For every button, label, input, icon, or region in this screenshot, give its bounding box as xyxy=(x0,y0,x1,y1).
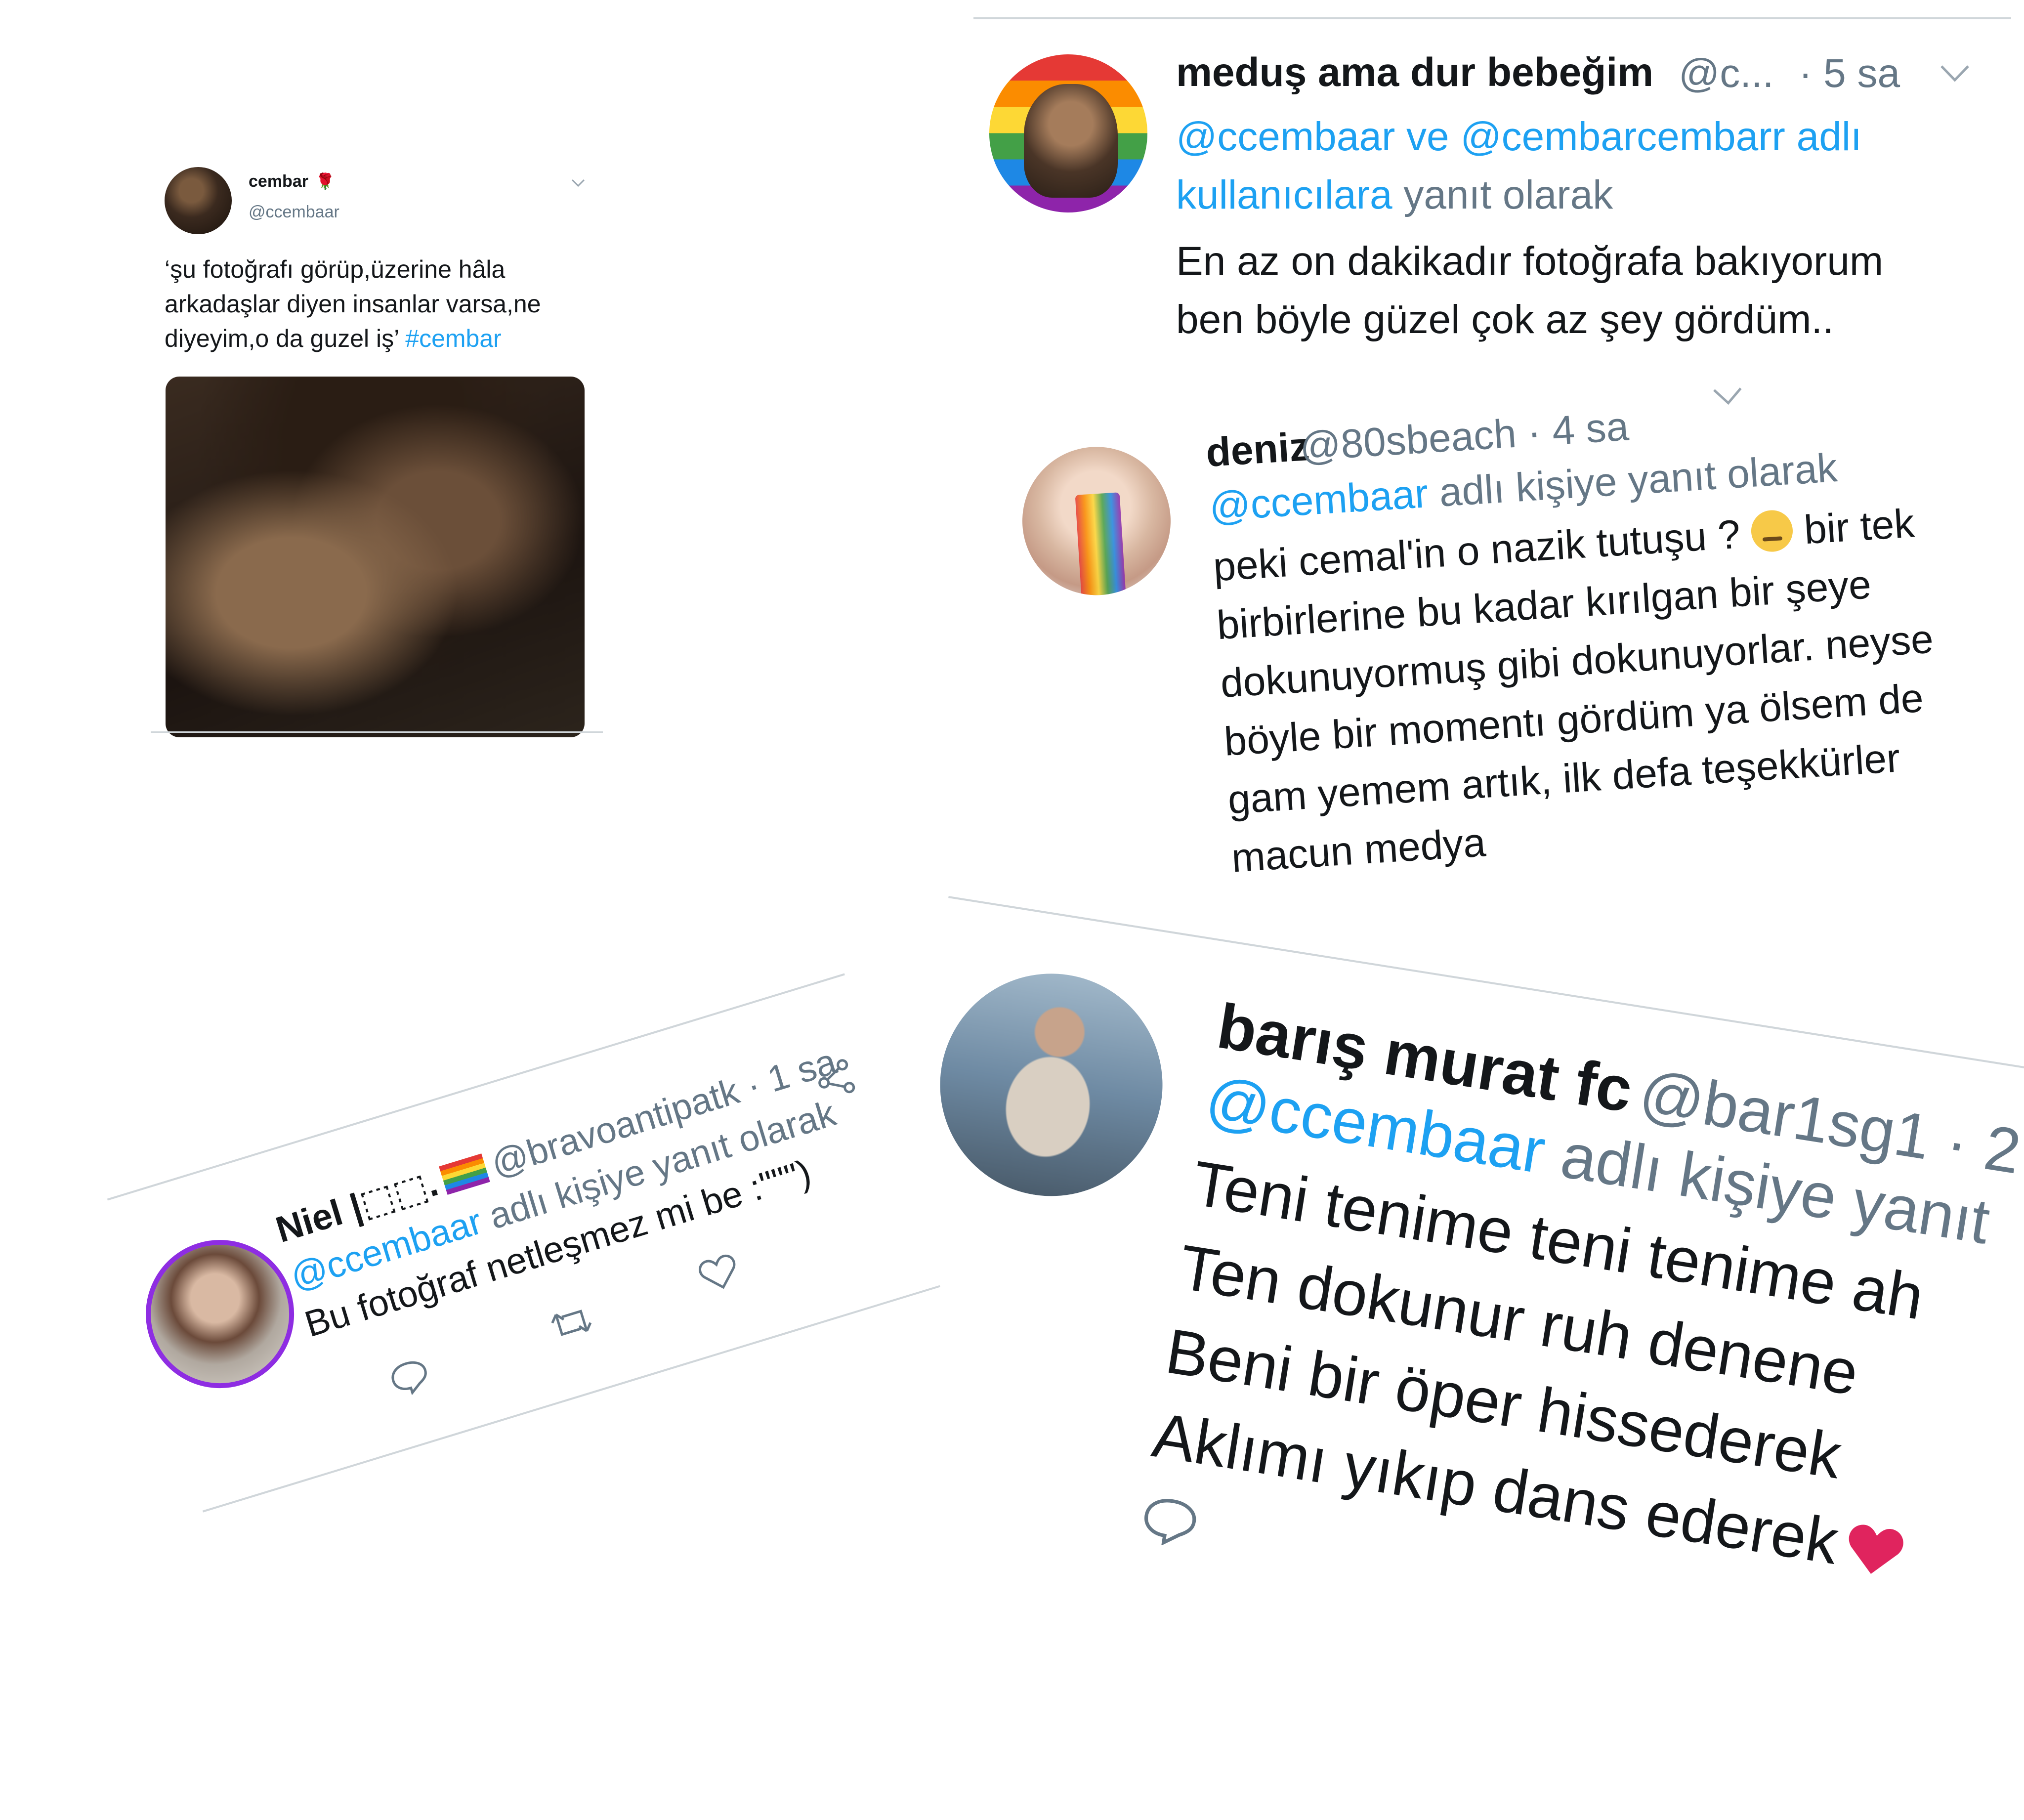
avatar[interactable] xyxy=(989,54,1147,212)
avatar-figure xyxy=(1024,84,1118,198)
reply-icon[interactable] xyxy=(1137,1492,1203,1551)
tweet-text: ‘şu fotoğrafı görüp,üzerine hâla arkadaş… xyxy=(165,252,599,356)
username[interactable]: meduş ama dur bebeğim xyxy=(1176,49,1653,96)
divider xyxy=(973,17,2011,19)
tweet-line: ‘şu fotoğrafı görüp,üzerine hâla xyxy=(165,255,506,283)
rainbow-flag-icon xyxy=(439,1153,491,1195)
divider xyxy=(151,731,603,733)
reply-niel: Niel |⬚⬚.@bravoantipatk · 1 sa @ccembaar… xyxy=(0,747,957,1579)
heart-outline-icon[interactable] xyxy=(695,1250,743,1296)
reply-label: yanıt olarak xyxy=(1392,172,1613,217)
tweet-line: diyeyim,o da guzel iş’ #cembar xyxy=(165,321,599,356)
avatar[interactable] xyxy=(924,957,1179,1212)
username[interactable]: deniz xyxy=(1205,423,1311,476)
tweet-line-text: bir tek xyxy=(1791,501,1916,553)
tweet-photo[interactable] xyxy=(166,377,585,737)
tweet-line-text: diyeyim,o da guzel iş’ xyxy=(165,325,406,352)
chevron-down-icon[interactable] xyxy=(571,178,586,188)
mention-links[interactable]: @ccembaar ve @cembarcembarr adlı xyxy=(1176,108,1991,166)
rainbow-tear xyxy=(1075,492,1126,599)
tweet-line: En az on dakikadır fotoğrafa bakıyorum xyxy=(1176,239,1884,284)
reply-icon[interactable] xyxy=(386,1355,434,1399)
tweet-text: peki cemal'in o nazik tutuşu ? bir tek b… xyxy=(1212,490,2003,888)
reply-baris: barış murat fc @bar1sg1 · 2 @ccembaar ad… xyxy=(823,894,2024,1820)
main-tweet: cembar 🌹 @ccembaar ‘şu fotoğrafı görüp,ü… xyxy=(148,163,603,746)
chevron-down-icon[interactable] xyxy=(1940,64,1970,82)
timestamp[interactable]: · 5 sa xyxy=(1799,50,1900,97)
sad-face-icon xyxy=(1750,508,1794,553)
reply-context: @ccembaar ve @cembarcembarr adlı kullanı… xyxy=(1176,108,1991,224)
rose-icon: 🌹 xyxy=(315,172,335,190)
replies-top-right: meduş ama dur bebeğim @c... · 5 sa @ccem… xyxy=(969,0,2024,889)
avatar[interactable] xyxy=(165,167,232,234)
tweet-line: arkadaşlar diyen insanlar varsa,ne xyxy=(165,290,541,318)
avatar[interactable] xyxy=(1017,442,1176,600)
reply-context-line: kullanıcılara yanıt olarak xyxy=(1176,166,1991,224)
reply-deniz: deniz @80sbeach · 4 sa @ccembaar adlı ki… xyxy=(969,309,2024,881)
handle[interactable]: @ccembaar xyxy=(249,203,339,222)
mention-link[interactable]: kullanıcılara xyxy=(1176,172,1392,217)
username[interactable]: cembar xyxy=(249,172,308,191)
hashtag-link[interactable]: #cembar xyxy=(405,325,502,352)
retweet-icon[interactable] xyxy=(545,1300,598,1346)
red-heart-icon xyxy=(1849,1524,1903,1574)
handle[interactable]: @c... xyxy=(1679,50,1774,97)
mention-link[interactable]: @ccembaar xyxy=(1208,471,1430,530)
chevron-down-icon[interactable] xyxy=(1712,386,1744,406)
